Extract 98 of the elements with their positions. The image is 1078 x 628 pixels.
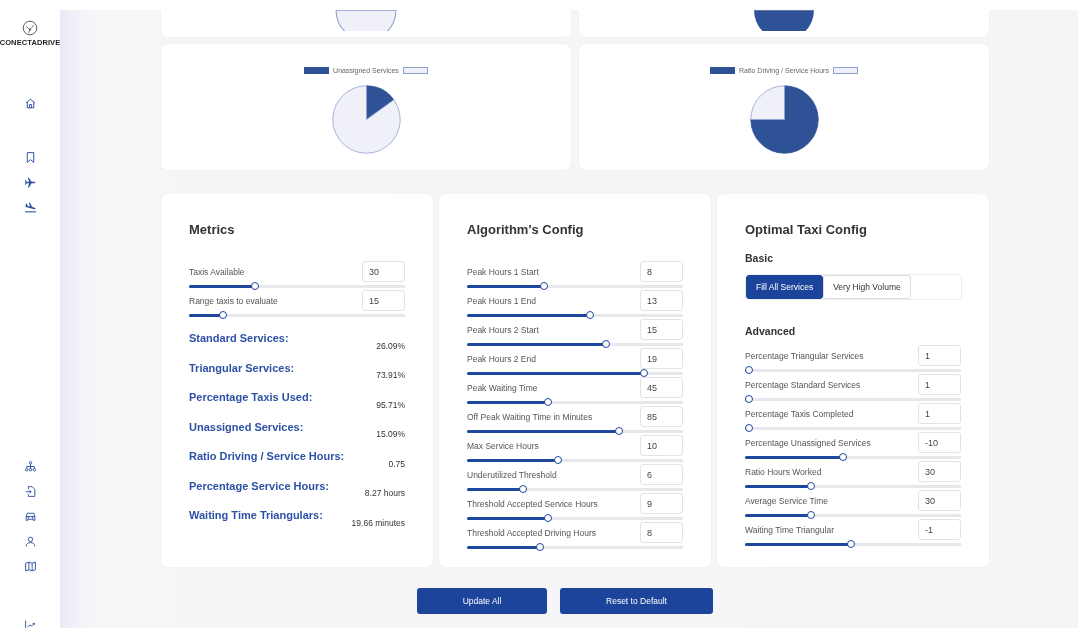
slider-thumb[interactable] (838, 453, 847, 461)
slider-label: Range taxis to evaluate (189, 295, 279, 306)
legend-swatch (832, 67, 858, 74)
slider-label: Taxis Available (189, 266, 246, 277)
update-button[interactable]: Update All (417, 588, 547, 614)
slider-label: Peak Hours 1 End (467, 295, 537, 306)
number-field[interactable]: 30 (918, 490, 961, 511)
number-field[interactable]: 10 (640, 435, 683, 456)
file-import-icon[interactable] (23, 485, 37, 498)
slider-thumb[interactable] (602, 340, 611, 348)
card-title: Algorithm's Config (467, 222, 585, 237)
number-field[interactable]: 1 (918, 403, 961, 424)
number-field[interactable]: 8 (640, 522, 683, 543)
number-field[interactable]: 13 (640, 290, 683, 311)
reset-button[interactable]: Reset to Default (560, 588, 713, 614)
metric-label: Triangular Services: (189, 361, 295, 374)
slider-thumb[interactable] (539, 282, 548, 290)
slider-label: Peak Waiting Time (467, 382, 539, 393)
slider-thumb[interactable] (745, 424, 753, 432)
slider-thumb[interactable] (614, 427, 623, 435)
metric-value: 73.91% (376, 370, 405, 380)
preset-button[interactable]: Fill All Services (746, 275, 824, 299)
slider-label: Peak Hours 1 Start (467, 266, 540, 277)
user-icon[interactable] (23, 535, 37, 548)
slider-thumb[interactable] (554, 456, 563, 464)
slider-label: Percentage Standard Services (745, 379, 862, 390)
number-field[interactable]: 1 (918, 345, 961, 366)
metric-label: Unassigned Services: (189, 420, 304, 433)
line-chart-icon[interactable] (23, 619, 37, 628)
slider-thumb[interactable] (219, 311, 228, 319)
slider-label: Percentage Triangular Services (745, 350, 865, 361)
slider-label: Peak Hours 2 End (467, 353, 537, 364)
slider-thumb[interactable] (807, 511, 816, 519)
legend-swatch (402, 67, 428, 74)
metric-label: Percentage Taxis Used: (189, 391, 313, 403)
slider-label: Off Peak Waiting Time in Minutes (467, 411, 594, 422)
section-heading: Basic (745, 252, 775, 264)
map-icon[interactable] (23, 560, 37, 573)
home-icon[interactable] (23, 97, 37, 110)
metric-label: Waiting Time Triangulars: (189, 509, 323, 521)
metric-value: 0.75 (388, 458, 405, 469)
metric-value: 95.71% (376, 399, 405, 410)
number-field[interactable]: 15 (640, 319, 683, 340)
number-field[interactable]: 30 (918, 461, 961, 482)
number-field[interactable]: 8 (640, 261, 683, 282)
number-field[interactable]: 85 (640, 406, 683, 427)
pie-chart-drawing (753, 10, 815, 31)
landing-airplane-icon[interactable] (23, 201, 37, 214)
slider-label: Percentage Taxis Completed (745, 408, 855, 419)
slider-label: Average Service Time (745, 495, 829, 506)
slider-label: Percentage Unassigned Services (745, 437, 872, 448)
slider-label: Threshold Accepted Service Hours (467, 498, 599, 509)
number-field[interactable]: 6 (640, 464, 683, 485)
slider-thumb[interactable] (807, 482, 816, 490)
slider-label: Peak Hours 2 Start (467, 324, 540, 335)
legend-swatch (304, 67, 330, 74)
slider-label: Waiting Time Triangular (745, 524, 835, 535)
slider-thumb[interactable] (745, 366, 753, 374)
slider-thumb[interactable] (543, 514, 552, 522)
number-field[interactable]: 15 (362, 290, 405, 311)
hierarchy-icon[interactable] (23, 460, 37, 473)
metric-value: 15.09% (376, 429, 405, 439)
car-icon[interactable] (23, 510, 37, 523)
slider-track[interactable] (745, 424, 961, 432)
slider-track[interactable] (745, 366, 961, 374)
airplane-icon[interactable] (23, 176, 37, 189)
number-field[interactable]: 1 (918, 374, 961, 395)
number-field[interactable]: 19 (640, 348, 683, 369)
slider-track[interactable] (745, 395, 961, 403)
preset-button[interactable]: Very High Volume (823, 275, 911, 299)
metric-label: Percentage Service Hours: (189, 479, 329, 492)
number-field[interactable]: 30 (362, 261, 405, 282)
slider-label: Threshold Accepted Driving Hours (467, 527, 597, 538)
number-field[interactable]: -10 (918, 432, 961, 453)
slider-label: Ratio Hours Worked (745, 466, 823, 477)
slider-thumb[interactable] (543, 398, 552, 406)
section-heading: Advanced (745, 325, 797, 337)
metric-value: 19.66 minutes (351, 517, 405, 528)
slider-label: Max Service Hours (467, 440, 540, 451)
legend-swatch (710, 67, 736, 74)
logo-icon (22, 20, 38, 36)
card-title: Metrics (189, 222, 236, 237)
pie-chart-drawing (335, 10, 397, 31)
slider-thumb[interactable] (846, 540, 855, 548)
number-field[interactable]: 45 (640, 377, 683, 398)
slider-thumb[interactable] (535, 543, 544, 551)
slider-thumb[interactable] (519, 485, 527, 493)
metric-label: Ratio Driving / Service Hours: (189, 450, 345, 462)
slider-thumb[interactable] (745, 395, 753, 403)
card-title: Optimal Taxi Config (745, 222, 868, 237)
slider-label: Underutilized Threshold (467, 469, 558, 480)
metric-value: 8.27 hours (364, 488, 405, 498)
metric-value: 26.09% (376, 340, 405, 351)
number-field[interactable]: -1 (918, 519, 961, 540)
metric-label: Standard Services: (189, 332, 289, 344)
slider-thumb[interactable] (251, 282, 260, 290)
number-field[interactable]: 9 (640, 493, 683, 514)
slider-thumb[interactable] (585, 311, 594, 319)
